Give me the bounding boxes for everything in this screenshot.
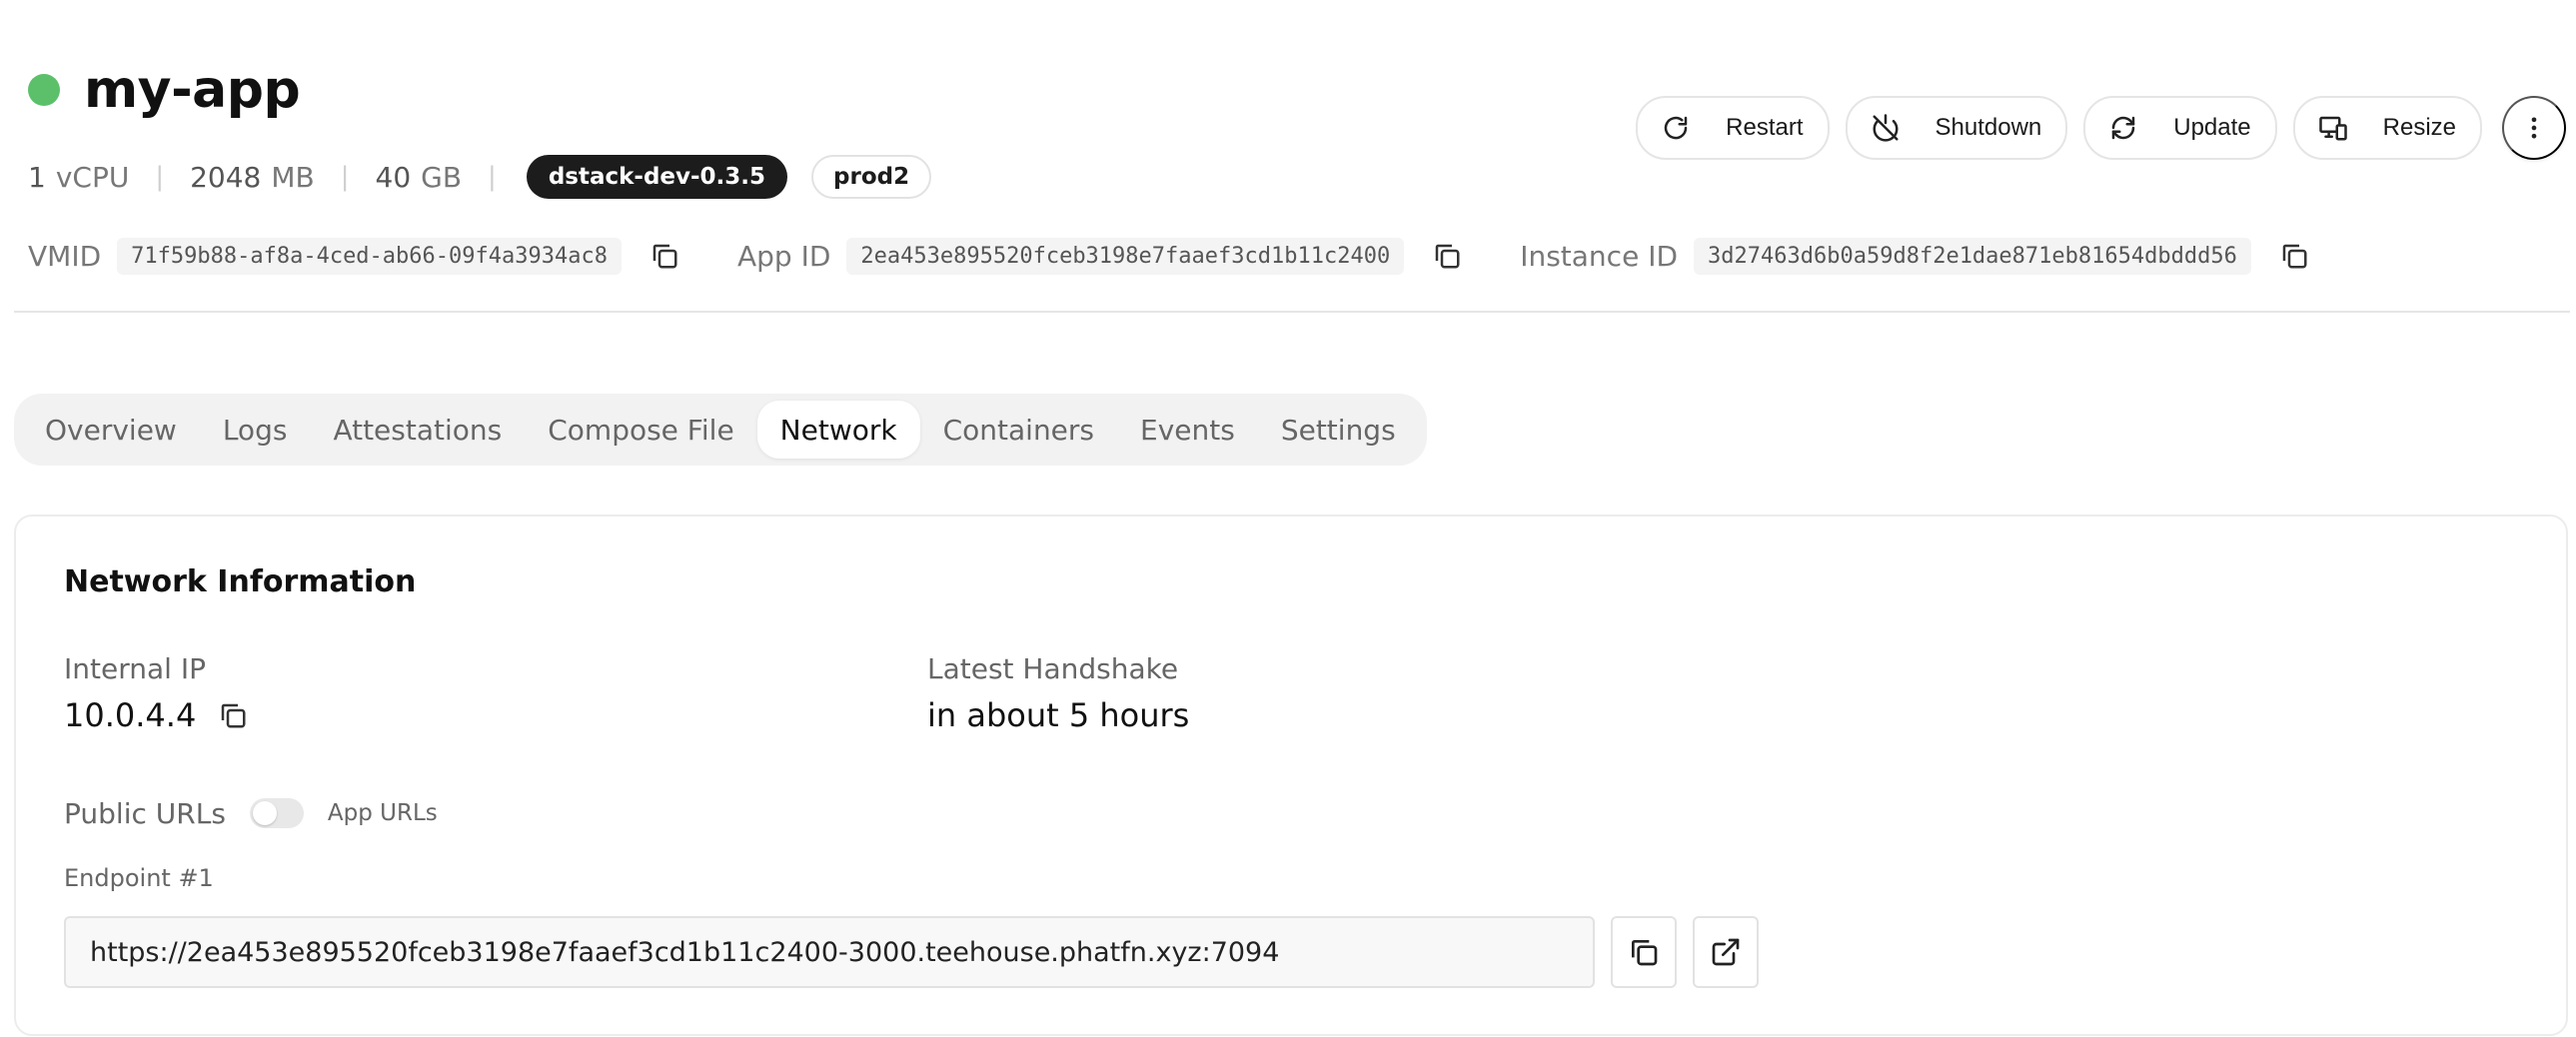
copy-vmid-icon[interactable] bbox=[647, 239, 681, 273]
app-urls-label: App URLs bbox=[327, 800, 438, 826]
tab-bar: Overview Logs Attestations Compose File … bbox=[14, 394, 1427, 466]
vcpu-spec: 1 vCPU bbox=[28, 161, 129, 194]
toggle-knob bbox=[252, 801, 277, 825]
disk-spec: 40 GB bbox=[376, 161, 463, 194]
title-row: my-app bbox=[28, 60, 301, 120]
copy-instance-id-icon[interactable] bbox=[2277, 239, 2311, 273]
copy-url-button[interactable] bbox=[1611, 916, 1677, 988]
network-card-title: Network Information bbox=[64, 564, 417, 599]
spec-separator: | bbox=[155, 162, 165, 192]
external-link-icon bbox=[1712, 938, 1740, 966]
power-off-icon bbox=[1870, 112, 1902, 144]
node-badge: prod2 bbox=[811, 155, 932, 199]
instance-id-label: Instance ID bbox=[1520, 239, 1679, 273]
memory-unit: MB bbox=[271, 160, 315, 194]
app-id-label: App ID bbox=[736, 239, 831, 273]
ids-row: VMID 71f59b88-af8a-4ced-ab66-09f4a3934ac… bbox=[28, 234, 2311, 278]
refresh-icon bbox=[2107, 112, 2139, 144]
tab-events[interactable]: Events bbox=[1117, 401, 1258, 459]
tab-logs[interactable]: Logs bbox=[200, 401, 311, 459]
endpoint-label: Endpoint #1 bbox=[64, 864, 214, 892]
tab-attestations[interactable]: Attestations bbox=[310, 401, 525, 459]
tab-containers[interactable]: Containers bbox=[920, 401, 1117, 459]
app-urls-toggle[interactable] bbox=[249, 798, 304, 828]
handshake-label: Latest Handshake bbox=[927, 652, 1179, 685]
update-button[interactable]: Update bbox=[2083, 96, 2277, 160]
vmid-label: VMID bbox=[28, 239, 102, 273]
restart-button[interactable]: Restart bbox=[1636, 96, 1830, 160]
public-urls-row: Public URLs App URLs bbox=[64, 791, 438, 835]
public-urls-label: Public URLs bbox=[64, 796, 226, 830]
copy-app-id-icon[interactable] bbox=[1430, 239, 1464, 273]
restart-icon bbox=[1660, 112, 1692, 144]
resize-icon bbox=[2317, 112, 2349, 144]
tab-settings[interactable]: Settings bbox=[1258, 401, 1419, 459]
actions-toolbar: Restart Shutdown Update Resize bbox=[1636, 96, 2566, 160]
copy-ip-icon[interactable] bbox=[216, 698, 250, 732]
disk-value: 40 bbox=[375, 160, 412, 194]
app-id-group: App ID 2ea453e895520fceb3198e7faaef3cd1b… bbox=[736, 237, 1464, 275]
internal-ip-value: 10.0.4.4 bbox=[64, 696, 197, 734]
more-vertical-icon bbox=[2531, 117, 2537, 139]
disk-unit: GB bbox=[421, 160, 463, 194]
more-options-button[interactable] bbox=[2502, 96, 2566, 160]
handshake-value: in about 5 hours bbox=[927, 696, 1190, 734]
instance-id-group: Instance ID 3d27463d6b0a59d8f2e1dae871eb… bbox=[1520, 237, 2311, 275]
page-title: my-app bbox=[84, 60, 301, 120]
tab-compose-file[interactable]: Compose File bbox=[525, 401, 756, 459]
memory-value: 2048 bbox=[190, 160, 262, 194]
restart-label: Restart bbox=[1726, 114, 1804, 141]
vmid-value: 71f59b88-af8a-4ced-ab66-09f4a3934ac8 bbox=[117, 237, 622, 275]
app-id-value: 2ea453e895520fceb3198e7faaef3cd1b11c2400 bbox=[846, 237, 1405, 275]
app-detail-page: my-app 1 vCPU | 2048 MB | 40 GB | dstack… bbox=[0, 0, 2576, 1037]
internal-ip-label: Internal IP bbox=[64, 652, 206, 685]
vcpu-unit: vCPU bbox=[55, 160, 130, 194]
spec-separator: | bbox=[340, 162, 350, 192]
update-label: Update bbox=[2173, 114, 2251, 141]
version-badge: dstack-dev-0.3.5 bbox=[526, 155, 788, 199]
shutdown-button[interactable]: Shutdown bbox=[1845, 96, 2068, 160]
network-card: Network Information Internal IP 10.0.4.4… bbox=[14, 515, 2568, 1036]
tab-network[interactable]: Network bbox=[756, 401, 920, 459]
instance-id-value: 3d27463d6b0a59d8f2e1dae871eb81654dbddd56 bbox=[1694, 237, 2251, 275]
header-divider bbox=[14, 311, 2570, 313]
memory-spec: 2048 MB bbox=[190, 161, 315, 194]
status-dot-icon bbox=[28, 74, 60, 106]
specs-row: 1 vCPU | 2048 MB | 40 GB | dstack-dev-0.… bbox=[28, 154, 932, 200]
resize-label: Resize bbox=[2382, 114, 2456, 141]
open-url-button[interactable] bbox=[1693, 916, 1759, 988]
internal-ip-row: 10.0.4.4 bbox=[64, 696, 250, 734]
copy-icon bbox=[1632, 940, 1658, 966]
vcpu-value: 1 bbox=[28, 160, 46, 194]
tab-overview[interactable]: Overview bbox=[22, 401, 200, 459]
endpoint-url-field[interactable]: https://2ea453e895520fceb3198e7faaef3cd1… bbox=[64, 916, 1595, 988]
resize-button[interactable]: Resize bbox=[2292, 96, 2482, 160]
vmid-group: VMID 71f59b88-af8a-4ced-ab66-09f4a3934ac… bbox=[28, 237, 681, 275]
shutdown-label: Shutdown bbox=[1934, 114, 2042, 141]
spec-separator: | bbox=[488, 162, 497, 192]
